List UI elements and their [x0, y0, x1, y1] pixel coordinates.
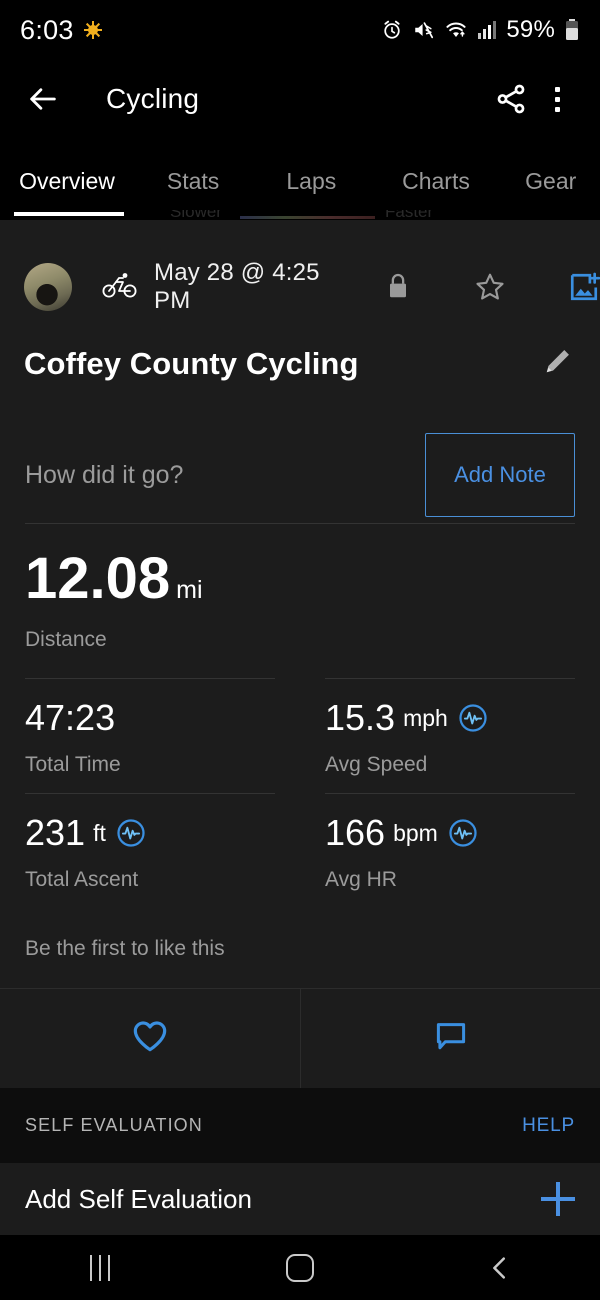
add-self-evaluation-row[interactable]: Add Self Evaluation: [0, 1163, 600, 1235]
home-icon[interactable]: [200, 1253, 400, 1282]
stat-unit: bpm: [393, 819, 438, 846]
stat-avg-hr: 166 bpm Avg HR: [325, 793, 600, 908]
help-link[interactable]: HELP: [522, 1115, 575, 1137]
stat-total-ascent: 231 ft Total Ascent: [25, 793, 300, 908]
stats-grid: 47:23 Total Time 15.3 mph Avg Speed 231 …: [0, 678, 600, 908]
stat-value-row: 47:23: [25, 700, 300, 736]
self-evaluation-header: SELF EVALUATION HELP: [0, 1088, 600, 1163]
pace-scale-slower-label: Slower: [170, 210, 222, 220]
cellular-signal-icon: [477, 19, 497, 41]
more-vertical-icon[interactable]: [534, 76, 580, 122]
tab-charts[interactable]: Charts: [370, 150, 501, 195]
add-self-evaluation-label: Add Self Evaluation: [25, 1183, 252, 1214]
note-row: How did it go? Add Note: [0, 425, 600, 525]
back-chevron-icon[interactable]: [400, 1253, 600, 1283]
stat-label: Total Ascent: [25, 868, 139, 891]
cycling-icon: [102, 271, 138, 304]
tab-laps[interactable]: Laps: [252, 150, 370, 195]
battery-percent-label: 59%: [506, 16, 555, 43]
tab-overview[interactable]: Overview: [0, 150, 134, 195]
page-title: Cycling: [106, 83, 200, 114]
star-outline-icon[interactable]: [474, 271, 506, 303]
distance-unit: mi: [176, 576, 203, 604]
sun-icon: [83, 21, 102, 39]
phone-screen: 6:03 59% Cycling Overview Stats Laps Cha…: [0, 0, 600, 1300]
tab-stats[interactable]: Stats: [134, 150, 252, 195]
stat-label: Avg HR: [325, 868, 397, 891]
status-bar-right: 59%: [381, 16, 580, 44]
stats-row: 231 ft Total Ascent 166 bpm Avg HR: [0, 793, 600, 908]
stat-value-row: 231 ft: [25, 815, 300, 851]
graph-icon[interactable]: [116, 818, 146, 848]
activity-detail-sheet: May 28 @ 4:25 PM Coffey County Cycling H…: [0, 220, 600, 1088]
stat-total-time: 47:23 Total Time: [25, 678, 300, 793]
status-bar-clock: 6:03: [20, 14, 74, 45]
activity-title: Coffey County Cycling: [24, 345, 359, 381]
stat-unit: ft: [93, 819, 106, 846]
activity-meta-row: May 28 @ 4:25 PM: [0, 257, 600, 317]
android-nav-bar: [0, 1235, 600, 1300]
comment-button[interactable]: [300, 989, 600, 1088]
like-button[interactable]: [0, 989, 300, 1088]
stat-value-row: 15.3 mph: [325, 700, 600, 736]
mute-icon: [412, 19, 435, 41]
graph-icon[interactable]: [448, 818, 478, 848]
activity-date: May 28 @ 4:25 PM: [154, 259, 320, 314]
share-icon[interactable]: [488, 76, 534, 122]
stat-unit: mph: [403, 704, 448, 731]
tab-gear[interactable]: Gear: [501, 150, 600, 195]
stat-value: 15.3: [325, 697, 396, 738]
section-divider: [25, 523, 575, 524]
stat-avg-speed: 15.3 mph Avg Speed: [325, 678, 600, 793]
note-prompt: How did it go?: [25, 460, 184, 489]
activity-title-row: Coffey County Cycling: [0, 343, 600, 384]
graph-icon[interactable]: [458, 703, 488, 733]
social-action-bar: [0, 988, 600, 1088]
app-bar: Cycling: [0, 60, 600, 138]
pencil-icon[interactable]: [540, 343, 576, 384]
avatar[interactable]: [24, 263, 72, 311]
pace-scale-faster-label: Faster: [385, 210, 434, 220]
distance-value: 12.08: [25, 546, 171, 611]
tab-bar: Overview Stats Laps Charts Gear: [0, 150, 600, 218]
battery-icon: [564, 18, 580, 42]
stat-label: Total Time: [25, 753, 121, 776]
back-arrow-icon[interactable]: [20, 76, 66, 122]
stat-value: 47:23: [25, 697, 116, 738]
add-photo-icon[interactable]: [568, 271, 600, 303]
distance-stat: 12.08 mi Distance: [25, 550, 203, 652]
stats-row: 47:23 Total Time 15.3 mph Avg Speed: [0, 678, 600, 793]
status-bar: 6:03 59%: [0, 0, 600, 60]
add-note-button[interactable]: Add Note: [425, 433, 575, 517]
recents-icon[interactable]: [0, 1254, 200, 1281]
wifi-icon: [444, 19, 468, 41]
stat-label: Avg Speed: [325, 753, 428, 776]
stat-value-row: 166 bpm: [325, 815, 600, 851]
alarm-icon: [381, 19, 403, 41]
distance-label: Distance: [25, 628, 107, 651]
lock-icon[interactable]: [384, 271, 412, 303]
stat-value: 231: [25, 812, 86, 853]
distance-value-row: 12.08 mi: [25, 550, 203, 608]
heart-outline-icon: [130, 1017, 170, 1060]
status-bar-left: 6:03: [20, 15, 102, 46]
like-status-text: Be the first to like this: [25, 937, 225, 960]
comment-icon: [433, 1018, 469, 1059]
plus-icon[interactable]: [541, 1182, 575, 1216]
self-evaluation-title: SELF EVALUATION: [25, 1115, 203, 1135]
pace-scale-gradient: [240, 216, 375, 219]
scrolled-content-peek: Slower Faster: [0, 210, 600, 220]
stat-value: 166: [325, 812, 386, 853]
